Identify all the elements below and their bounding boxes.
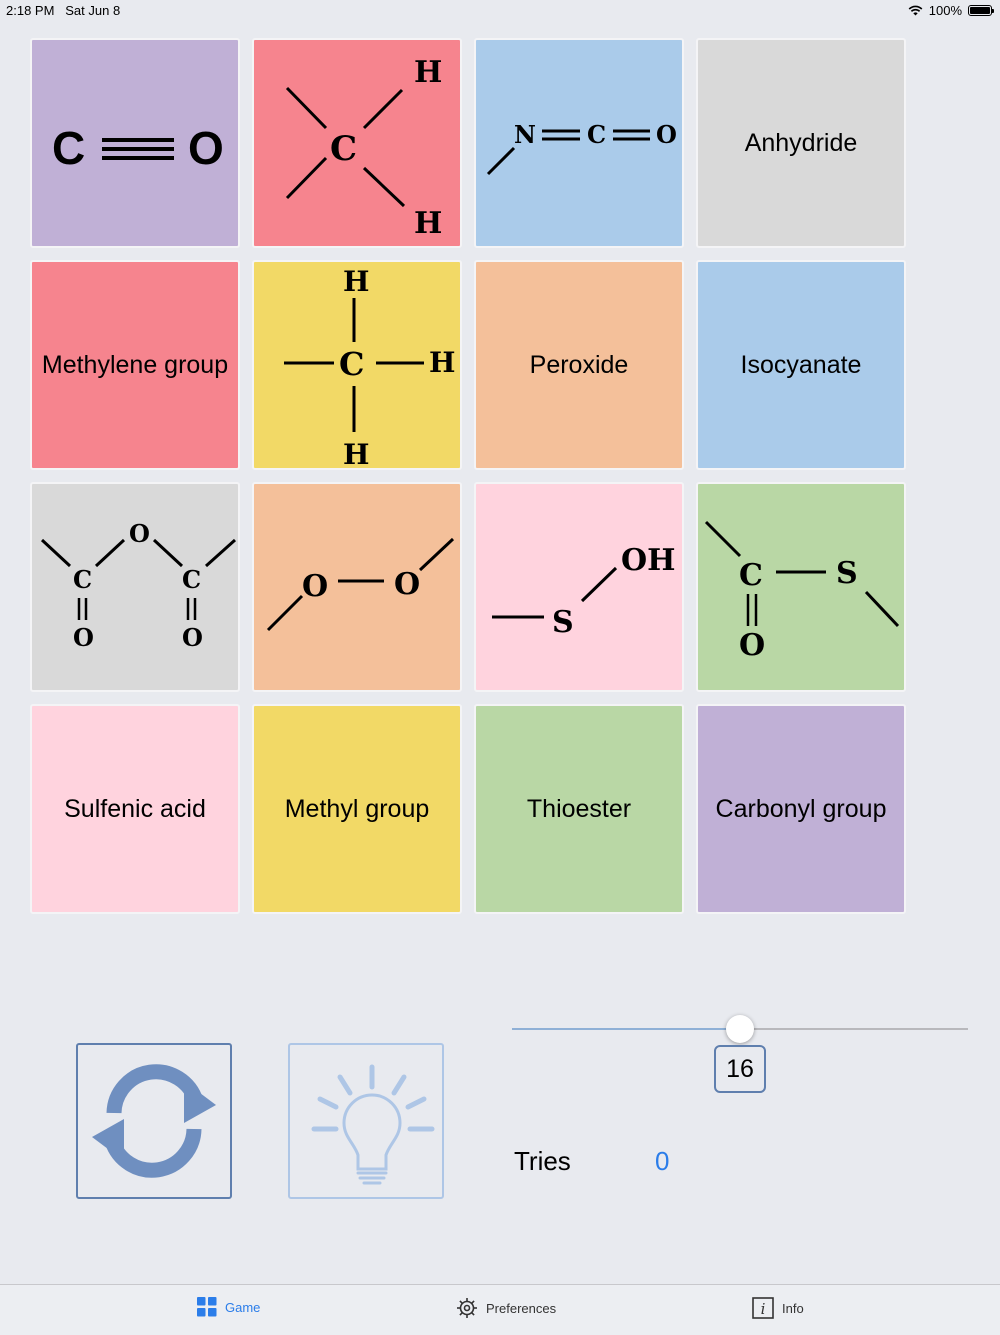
hint-button[interactable] xyxy=(288,1043,444,1199)
status-date: Sat Jun 8 xyxy=(65,3,121,18)
svg-text:H: H xyxy=(414,55,442,90)
tab-info-label: Info xyxy=(782,1300,804,1316)
methylene-structure-drawing: C H H xyxy=(285,55,442,241)
status-bar: 2:18 PM Sat Jun 8 100% xyxy=(0,0,1000,22)
status-time: 2:18 PM xyxy=(6,3,55,18)
card-thioester-label[interactable]: Thioester xyxy=(474,704,684,914)
peroxide-structure-drawing: O O xyxy=(266,537,455,632)
card-label: Methyl group xyxy=(284,794,430,823)
svg-text:O: O xyxy=(302,569,328,604)
refresh-icon xyxy=(92,1064,216,1178)
slider-fill xyxy=(512,1028,740,1030)
card-sulfenic-label[interactable]: Sulfenic acid xyxy=(30,704,240,914)
card-carbonyl-structure[interactable]: C O xyxy=(30,38,240,248)
card-methyl-structure[interactable]: H C H H xyxy=(252,260,462,471)
card-label: Sulfenic acid xyxy=(64,794,206,823)
grid-icon xyxy=(197,1297,217,1317)
svg-text:H: H xyxy=(343,438,369,471)
thioester-structure-drawing: C S O xyxy=(704,520,900,663)
carbonyl-structure-drawing: C O xyxy=(52,122,224,174)
svg-text:C: C xyxy=(182,565,201,594)
tries-count: 0 xyxy=(655,1146,670,1176)
tab-game[interactable]: Game xyxy=(197,1297,260,1317)
card-isocyanate-label[interactable]: Isocyanate xyxy=(696,260,906,470)
svg-text:H: H xyxy=(414,206,442,241)
svg-text:O: O xyxy=(182,623,203,652)
svg-text:O: O xyxy=(656,120,677,149)
card-grid: C O C H H N C O Anhydride Methylene grou… xyxy=(30,38,910,918)
card-carbonyl-label[interactable]: Carbonyl group xyxy=(696,704,906,914)
tab-preferences-label: Preferences xyxy=(486,1300,557,1316)
tab-bar: Game Preferences i Info xyxy=(0,1284,1000,1335)
card-methylene-label[interactable]: Methylene group xyxy=(30,260,240,470)
card-label: Isocyanate xyxy=(740,350,862,379)
svg-text:C: C xyxy=(330,129,357,169)
card-peroxide-label[interactable]: Peroxide xyxy=(474,260,684,470)
svg-text:C: C xyxy=(739,558,763,593)
card-peroxide-structure[interactable]: O O xyxy=(252,482,462,692)
slider-value-text: 16 xyxy=(726,1054,754,1083)
card-thioester-structure[interactable]: C S O xyxy=(696,482,906,692)
card-label: Anhydride xyxy=(744,128,858,157)
isocyanate-structure-drawing: N C O xyxy=(486,120,677,176)
svg-text:O: O xyxy=(739,628,765,663)
lightbulb-icon xyxy=(311,1064,435,1185)
svg-text:H: H xyxy=(429,346,455,379)
card-anhydride-label[interactable]: Anhydride xyxy=(696,38,906,248)
wifi-icon xyxy=(908,5,923,16)
svg-text:S: S xyxy=(552,605,574,640)
svg-text:O: O xyxy=(394,567,420,602)
difficulty-slider[interactable] xyxy=(512,1015,968,1043)
battery-percent: 100% xyxy=(928,3,962,18)
svg-text:C: C xyxy=(339,345,364,383)
reset-button[interactable] xyxy=(76,1043,232,1199)
tab-preferences[interactable]: Preferences xyxy=(456,1297,556,1319)
tab-game-label: Game xyxy=(225,1299,261,1315)
svg-text:O: O xyxy=(73,623,94,652)
svg-text:S: S xyxy=(836,556,858,591)
battery-icon xyxy=(968,5,994,16)
svg-text:O: O xyxy=(129,519,150,548)
slider-value: 16 xyxy=(714,1045,766,1093)
svg-text:N: N xyxy=(514,120,536,149)
tries-label: Tries xyxy=(514,1146,571,1176)
svg-text:O: O xyxy=(188,122,224,174)
card-isocyanate-structure[interactable]: N C O xyxy=(474,38,684,248)
status-right: 100% xyxy=(908,3,994,18)
svg-text:i: i xyxy=(761,1300,766,1318)
methyl-structure-drawing: H C H H xyxy=(284,265,455,471)
tab-info[interactable]: i Info xyxy=(752,1297,804,1319)
status-time-date: 2:18 PM Sat Jun 8 xyxy=(6,3,120,18)
gear-icon xyxy=(457,1298,477,1318)
card-label: Thioester xyxy=(526,794,632,823)
svg-text:C: C xyxy=(587,120,606,149)
info-icon: i xyxy=(752,1297,774,1319)
card-methyl-label[interactable]: Methyl group xyxy=(252,704,462,914)
svg-text:C: C xyxy=(73,565,92,594)
card-label: Peroxide xyxy=(529,350,629,379)
anhydride-structure-drawing: O C C O O xyxy=(40,519,237,652)
card-anhydride-structure[interactable]: O C C O O xyxy=(30,482,240,692)
svg-text:C: C xyxy=(52,122,85,174)
card-sulfenic-structure[interactable]: S OH xyxy=(474,482,684,692)
svg-text:OH: OH xyxy=(621,543,675,578)
card-label: Methylene group xyxy=(41,350,229,379)
sulfenic-structure-drawing: S OH xyxy=(492,543,675,640)
card-label: Carbonyl group xyxy=(715,794,887,823)
svg-text:H: H xyxy=(343,265,369,298)
slider-thumb[interactable] xyxy=(726,1015,754,1043)
card-methylene-structure[interactable]: C H H xyxy=(252,38,462,248)
